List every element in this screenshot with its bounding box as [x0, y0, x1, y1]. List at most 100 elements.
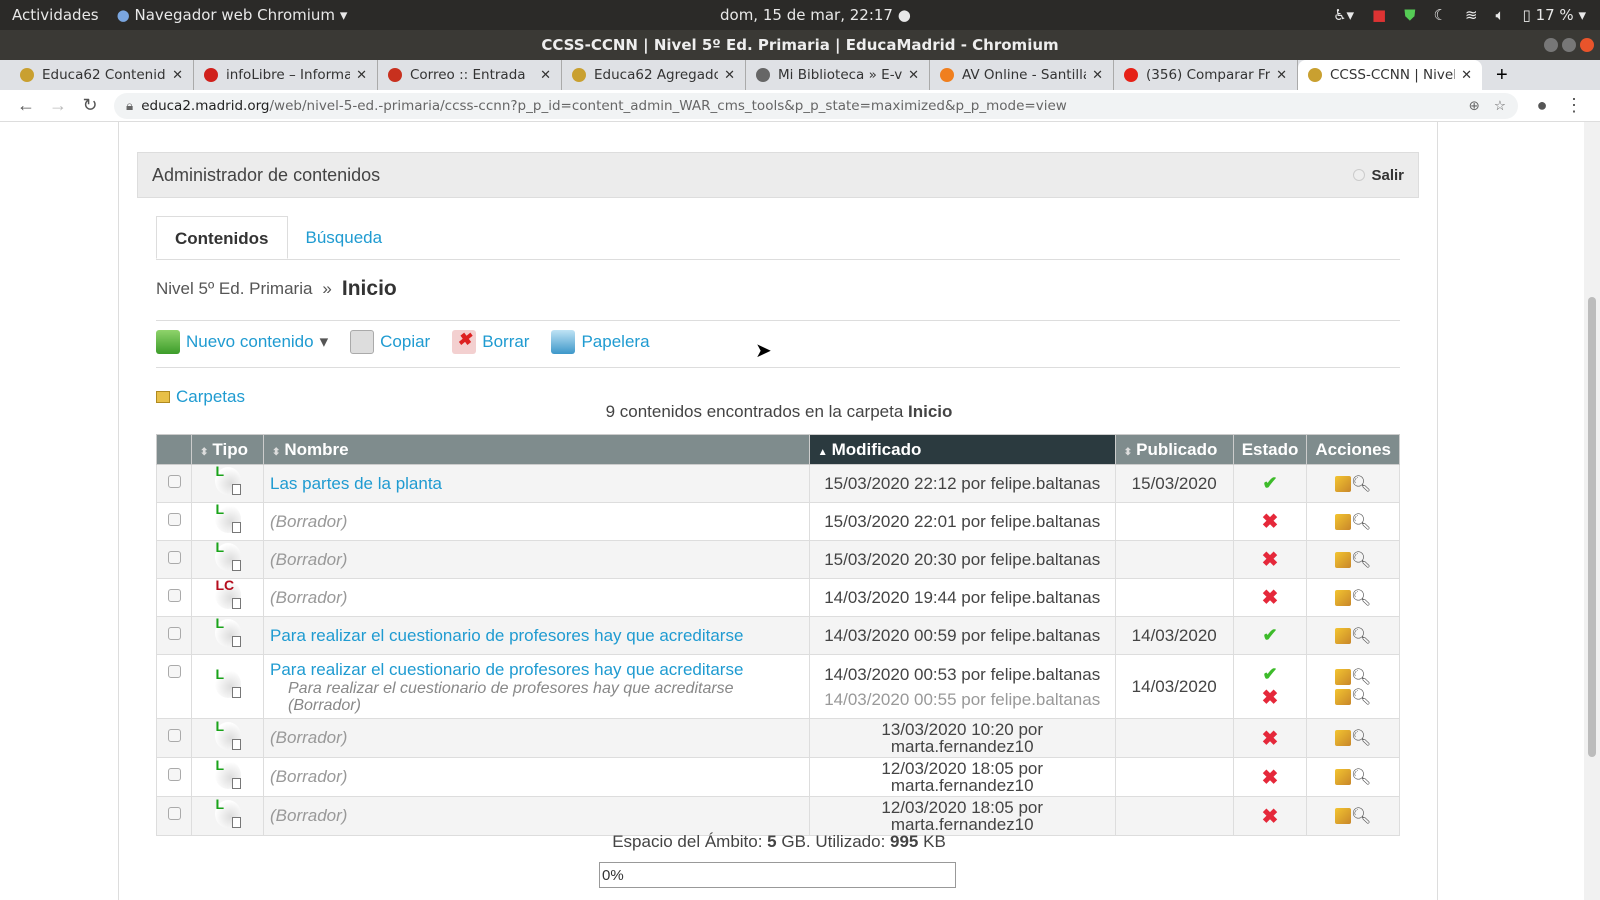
zoom-icon[interactable]: ⊕	[1469, 98, 1480, 114]
results-folder: Inicio	[908, 402, 953, 421]
copy-label: Copiar	[380, 332, 431, 351]
accessibility-icon[interactable]: ♿▾	[1333, 6, 1354, 24]
tab-busqueda[interactable]: Búsqueda	[288, 216, 401, 259]
preview-magnifier-icon[interactable]: 🔍︎	[1351, 474, 1371, 494]
browser-tab[interactable]: infoLibre – Información ✕	[194, 60, 378, 90]
close-tab-icon[interactable]: ✕	[1092, 68, 1103, 83]
edit-icon[interactable]	[1335, 513, 1352, 530]
edit-icon[interactable]	[1335, 627, 1352, 644]
breadcrumb-separator: »	[322, 279, 332, 298]
preview-magnifier-icon[interactable]: 🔍︎	[1351, 667, 1371, 687]
battery-indicator[interactable]: ▯ 17 % ▾	[1523, 6, 1586, 24]
edit-icon[interactable]	[1335, 475, 1352, 492]
preview-magnifier-icon[interactable]: 🔍︎	[1351, 728, 1371, 748]
menu-icon[interactable]: ⋮	[1558, 95, 1590, 116]
close-tab-icon[interactable]: ✕	[724, 68, 735, 83]
column-nombre[interactable]: ⬍ Nombre	[263, 434, 810, 465]
browser-tab[interactable]: CCSS-CCNN | Nivel 5º ✕	[1298, 60, 1482, 90]
actions: 🔍︎	[1313, 806, 1393, 827]
url-input[interactable]: 🔒︎ educa2.madrid.org/web/nivel-5-ed.-prim…	[114, 92, 1518, 119]
storage-total: 5	[767, 832, 777, 851]
close-tab-icon[interactable]: ✕	[540, 68, 551, 83]
edit-icon[interactable]	[1335, 689, 1352, 706]
app-menu[interactable]: ● Navegador web Chromium ▾	[117, 6, 348, 24]
preview-magnifier-icon[interactable]: 🔍︎	[1351, 806, 1371, 826]
draft-cross-icon: ✖	[1261, 511, 1279, 533]
preview-magnifier-icon[interactable]: 🔍︎	[1351, 626, 1371, 646]
edit-icon[interactable]	[1335, 589, 1352, 606]
preview-magnifier-icon[interactable]: 🔍︎	[1351, 550, 1371, 570]
content-name[interactable]: (Borrador)	[270, 728, 347, 747]
content-type-icon: L	[214, 539, 241, 571]
bookmark-star-icon[interactable]: ☆	[1494, 98, 1506, 114]
new-content-button[interactable]: Nuevo contenido ▾	[156, 330, 328, 354]
maximize-button[interactable]	[1562, 38, 1576, 52]
browser-tab[interactable]: AV Online - Santillana ✕	[930, 60, 1114, 90]
tab-contenidos[interactable]: Contenidos	[156, 216, 288, 259]
scrollbar-thumb[interactable]	[1588, 297, 1596, 757]
minimize-button[interactable]	[1544, 38, 1558, 52]
draft-cross-icon: ✖	[1261, 766, 1279, 789]
row-checkbox[interactable]	[167, 665, 181, 678]
content-name[interactable]: (Borrador)	[270, 588, 347, 607]
content-name[interactable]: (Borrador)	[270, 512, 347, 531]
close-tab-icon[interactable]: ✕	[172, 68, 183, 83]
content-link[interactable]: Para realizar el cuestionario de profeso…	[270, 626, 743, 645]
storage-unit: GB. Utilizado:	[776, 832, 891, 851]
camera-icon[interactable]: ■	[1372, 6, 1386, 24]
page-scrollbar[interactable]	[1584, 122, 1600, 900]
clock[interactable]: dom, 15 de mar, 22:17 ●	[720, 6, 911, 24]
profile-avatar[interactable]: ●	[1526, 95, 1558, 116]
content-link[interactable]: Las partes de la planta	[270, 474, 442, 493]
shield-icon[interactable]: ⛊	[1404, 6, 1415, 24]
close-tab-icon[interactable]: ✕	[356, 68, 367, 83]
forward-icon[interactable]: →	[42, 95, 74, 116]
preview-magnifier-icon[interactable]: 🔍︎	[1351, 767, 1371, 787]
edit-icon[interactable]	[1335, 551, 1352, 568]
browser-tab[interactable]: Correo :: Entrada ✕	[378, 60, 562, 90]
row-checkbox[interactable]	[167, 807, 181, 820]
preview-magnifier-icon[interactable]: 🔍︎	[1351, 687, 1371, 707]
close-tab-icon[interactable]: ✕	[1461, 68, 1472, 83]
modified-text: 12/03/2020 18:05 por marta.fernandez10	[881, 759, 1044, 795]
delete-button[interactable]: ✖ Borrar	[452, 330, 529, 354]
edit-icon[interactable]	[1335, 668, 1352, 685]
edit-icon[interactable]	[1335, 769, 1352, 786]
browser-tab[interactable]: Educa62 Contenidos ✕	[10, 60, 194, 90]
row-checkbox[interactable]	[167, 627, 181, 640]
browser-tab[interactable]: (356) Comparar Fracciones ✕	[1114, 60, 1298, 90]
trash-button[interactable]: Papelera	[551, 330, 650, 354]
close-tab-icon[interactable]: ✕	[1276, 68, 1287, 83]
row-checkbox[interactable]	[167, 475, 181, 488]
exit-button[interactable]: Salir	[1353, 167, 1404, 184]
type-letter: L	[215, 756, 225, 773]
copy-button[interactable]: Copiar	[350, 330, 430, 354]
content-name[interactable]: (Borrador)	[270, 767, 347, 786]
preview-magnifier-icon[interactable]: 🔍︎	[1351, 588, 1371, 608]
content-name[interactable]: (Borrador)	[270, 550, 347, 569]
close-window-button[interactable]	[1580, 38, 1594, 52]
row-checkbox[interactable]	[167, 551, 181, 564]
content-name[interactable]: (Borrador)	[270, 806, 347, 825]
activities-button[interactable]: Actividades	[12, 6, 99, 24]
row-checkbox[interactable]	[167, 589, 181, 602]
draft-cross-icon: ✖	[1261, 587, 1279, 609]
reload-icon[interactable]: ↻	[74, 95, 106, 116]
new-tab-button[interactable]: +	[1482, 60, 1522, 90]
edit-icon[interactable]	[1335, 730, 1352, 747]
row-checkbox[interactable]	[167, 729, 181, 742]
column-publicado[interactable]: ⬍ Publicado	[1114, 434, 1234, 465]
row-checkbox[interactable]	[167, 513, 181, 526]
preview-magnifier-icon[interactable]: 🔍︎	[1351, 512, 1371, 532]
breadcrumb-parent[interactable]: Nivel 5º Ed. Primaria	[156, 279, 312, 299]
close-tab-icon[interactable]: ✕	[908, 68, 919, 83]
browser-tab[interactable]: Educa62 Agregador ✕	[562, 60, 746, 90]
edit-icon[interactable]	[1335, 808, 1352, 825]
row-checkbox[interactable]	[167, 768, 181, 781]
column-modificado[interactable]: ▲ Modificado	[808, 434, 1116, 465]
draft-version[interactable]: Para realizar el cuestionario de profeso…	[270, 680, 803, 714]
content-link[interactable]: Para realizar el cuestionario de profeso…	[270, 660, 743, 679]
back-icon[interactable]: ←	[10, 95, 42, 116]
column-tipo[interactable]: ⬍ Tipo	[191, 434, 264, 465]
browser-tab[interactable]: Mi Biblioteca » E-vocación ✕	[746, 60, 930, 90]
